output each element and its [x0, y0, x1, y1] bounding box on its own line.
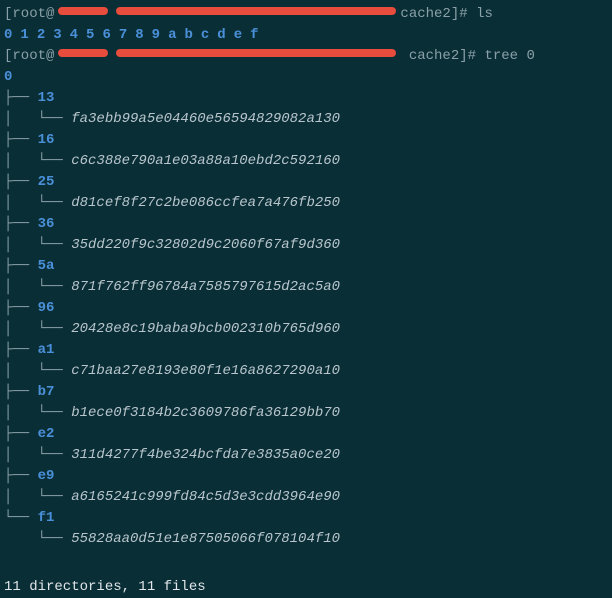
directory-entry: 3	[53, 27, 61, 43]
prompt-line-ls: [root@cache2]# ls	[4, 4, 608, 25]
tree-dir-line: ├── 16	[4, 130, 608, 151]
tree-dir-name: a1	[38, 342, 55, 358]
tree-dir-name: 36	[38, 216, 55, 232]
command-tree: tree 0	[484, 48, 534, 64]
tree-dir-line: ├── 96	[4, 298, 608, 319]
tree-file-name: c71baa27e8193e80f1e16a8627290a10	[71, 363, 340, 379]
redacted-segment	[116, 7, 396, 15]
ls-output: 0123456789abcdef	[4, 25, 608, 46]
tree-file-name: 55828aa0d51e1e87505066f078104f10	[71, 531, 340, 547]
tree-dir-name: 13	[38, 90, 55, 106]
tree-file-name: a6165241c999fd84c5d3e3cdd3964e90	[71, 489, 340, 505]
tree-file-name: fa3ebb99a5e04460e56594829082a130	[71, 111, 340, 127]
tree-file-name: c6c388e790a1e03a88a10ebd2c592160	[71, 153, 340, 169]
directory-entry: f	[250, 27, 258, 43]
prompt-user: root@	[12, 48, 54, 64]
tree-dir-line: ├── a1	[4, 340, 608, 361]
tree-file-line: │ └── 20428e8c19baba9bcb002310b765d960	[4, 319, 608, 340]
tree-file-line: │ └── fa3ebb99a5e04460e56594829082a130	[4, 109, 608, 130]
directory-entry: c	[201, 27, 209, 43]
tree-dir-line: ├── 36	[4, 214, 608, 235]
redacted-segment	[116, 49, 396, 57]
tree-dir-line: ├── 25	[4, 172, 608, 193]
tree-file-line: │ └── 311d4277f4be324bcfda7e3835a0ce20	[4, 445, 608, 466]
tree-dir-name: 5a	[38, 258, 55, 274]
directory-entry: 1	[20, 27, 28, 43]
tree-file-line: │ └── a6165241c999fd84c5d3e3cdd3964e90	[4, 487, 608, 508]
tree-dir-name: f1	[38, 510, 55, 526]
directory-entry: 4	[70, 27, 78, 43]
prompt-line-tree: [root@ cache2]# tree 0	[4, 46, 608, 67]
directory-entry: 8	[135, 27, 143, 43]
tree-file-line: │ └── c71baa27e8193e80f1e16a8627290a10	[4, 361, 608, 382]
tree-dir-line: └── f1	[4, 508, 608, 529]
redacted-segment	[58, 49, 108, 57]
prompt-path: cache2	[409, 48, 459, 64]
tree-file-line: │ └── 871f762ff96784a7585797615d2ac5a0	[4, 277, 608, 298]
directory-entry: d	[217, 27, 225, 43]
tree-file-line: │ └── b1ece0f3184b2c3609786fa36129bb70	[4, 403, 608, 424]
tree-file-line: │ └── c6c388e790a1e03a88a10ebd2c592160	[4, 151, 608, 172]
prompt-user: root@	[12, 6, 54, 22]
directory-entry: 5	[86, 27, 94, 43]
directory-entry: b	[184, 27, 192, 43]
tree-file-line: └── 55828aa0d51e1e87505066f078104f10	[4, 529, 608, 550]
directory-entry: 7	[119, 27, 127, 43]
tree-dir-name: 16	[38, 132, 55, 148]
tree-dir-line: ├── 5a	[4, 256, 608, 277]
tree-root: 0	[4, 67, 608, 88]
tree-dir-line: ├── e9	[4, 466, 608, 487]
directory-entry: 6	[102, 27, 110, 43]
tree-dir-name: e2	[38, 426, 55, 442]
tree-summary: 11 directories, 11 files	[4, 577, 608, 598]
prompt-path: cache2	[400, 6, 450, 22]
directory-entry: 9	[152, 27, 160, 43]
tree-file-name: d81cef8f27c2be086ccfea7a476fb250	[71, 195, 340, 211]
directory-entry: 2	[37, 27, 45, 43]
directory-entry: a	[168, 27, 176, 43]
tree-file-line: │ └── 35dd220f9c32802d9c2060f67af9d360	[4, 235, 608, 256]
tree-dir-line: ├── 13	[4, 88, 608, 109]
directory-entry: 0	[4, 27, 12, 43]
tree-file-line: │ └── d81cef8f27c2be086ccfea7a476fb250	[4, 193, 608, 214]
redacted-segment	[58, 7, 108, 15]
tree-dir-name: e9	[38, 468, 55, 484]
tree-file-name: b1ece0f3184b2c3609786fa36129bb70	[71, 405, 340, 421]
directory-entry: e	[234, 27, 242, 43]
tree-file-name: 35dd220f9c32802d9c2060f67af9d360	[71, 237, 340, 253]
tree-file-name: 311d4277f4be324bcfda7e3835a0ce20	[71, 447, 340, 463]
tree-dir-name: b7	[38, 384, 55, 400]
tree-file-name: 871f762ff96784a7585797615d2ac5a0	[71, 279, 340, 295]
tree-dir-name: 25	[38, 174, 55, 190]
tree-dir-line: ├── b7	[4, 382, 608, 403]
tree-file-name: 20428e8c19baba9bcb002310b765d960	[71, 321, 340, 337]
command-ls: ls	[476, 6, 493, 22]
tree-dir-name: 96	[38, 300, 55, 316]
terminal-output: [root@cache2]# ls0123456789abcdef[root@ …	[4, 4, 608, 598]
tree-dir-line: ├── e2	[4, 424, 608, 445]
